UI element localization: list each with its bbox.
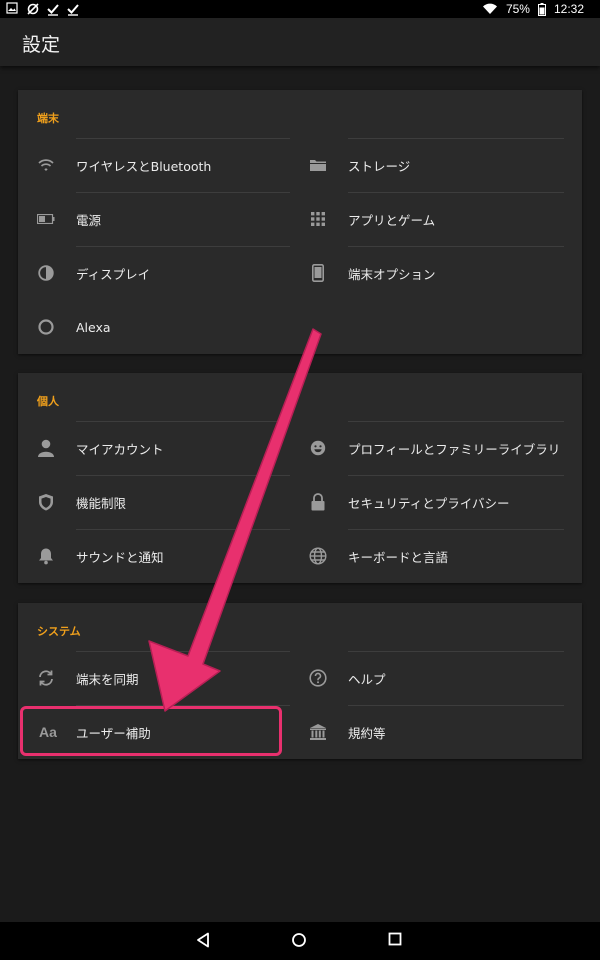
home-button[interactable]	[291, 932, 309, 950]
recents-button[interactable]	[388, 932, 406, 950]
annotation-arrow	[148, 328, 322, 712]
navigation-bar	[0, 922, 600, 960]
back-button[interactable]	[196, 932, 214, 950]
